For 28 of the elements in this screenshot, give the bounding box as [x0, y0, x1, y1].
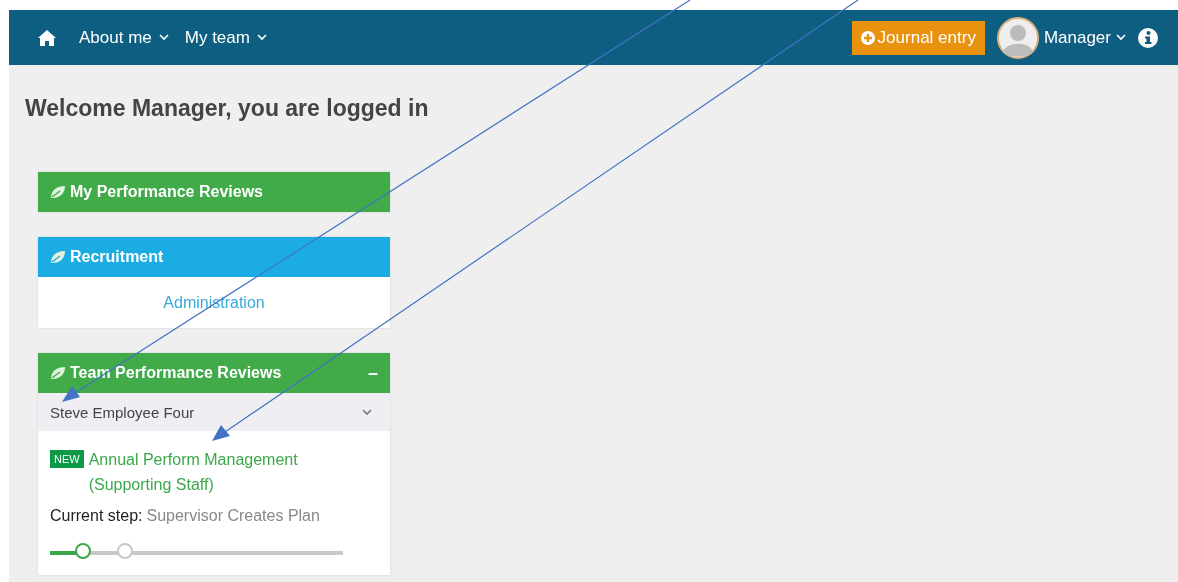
step-label: Current step: [50, 507, 143, 524]
step-name: Supervisor Creates Plan [146, 507, 320, 524]
leaf-icon [50, 366, 65, 380]
caret-icon [362, 408, 372, 416]
avatar-icon [996, 16, 1039, 59]
review-link[interactable]: Annual Perform Management (Supporting Staff) [88, 447, 378, 497]
caret-icon [1116, 34, 1126, 41]
panel-header[interactable]: My Performance Reviews [38, 172, 390, 212]
welcome-heading: Welcome Manager, you are logged in [25, 95, 430, 122]
leaf-icon [50, 185, 65, 199]
panel-header[interactable]: Recruitment [38, 237, 390, 277]
info-icon[interactable] [1138, 27, 1158, 48]
nav-menu[interactable]: My team [184, 27, 267, 48]
panel-title: Recruitment [70, 248, 164, 266]
panel-header[interactable]: Team Performance Reviews – [38, 353, 390, 393]
journal-entry-button[interactable]: Journal entry [851, 20, 985, 55]
leaf-icon [50, 250, 65, 264]
caret-icon [256, 34, 267, 41]
panel-title: My Performance Reviews [70, 183, 263, 201]
user-menu[interactable]: Manager [996, 16, 1126, 59]
home-icon[interactable] [37, 28, 57, 47]
plus-circle-icon [860, 30, 875, 45]
caret-icon [158, 34, 169, 41]
new-badge: NEW [50, 450, 84, 468]
panel-title: Team Performance Reviews [70, 364, 282, 382]
employee-dropdown[interactable]: Steve Employee Four [38, 393, 390, 431]
collapse-button[interactable]: – [368, 362, 378, 384]
nav-menu[interactable]: About me [79, 27, 169, 48]
